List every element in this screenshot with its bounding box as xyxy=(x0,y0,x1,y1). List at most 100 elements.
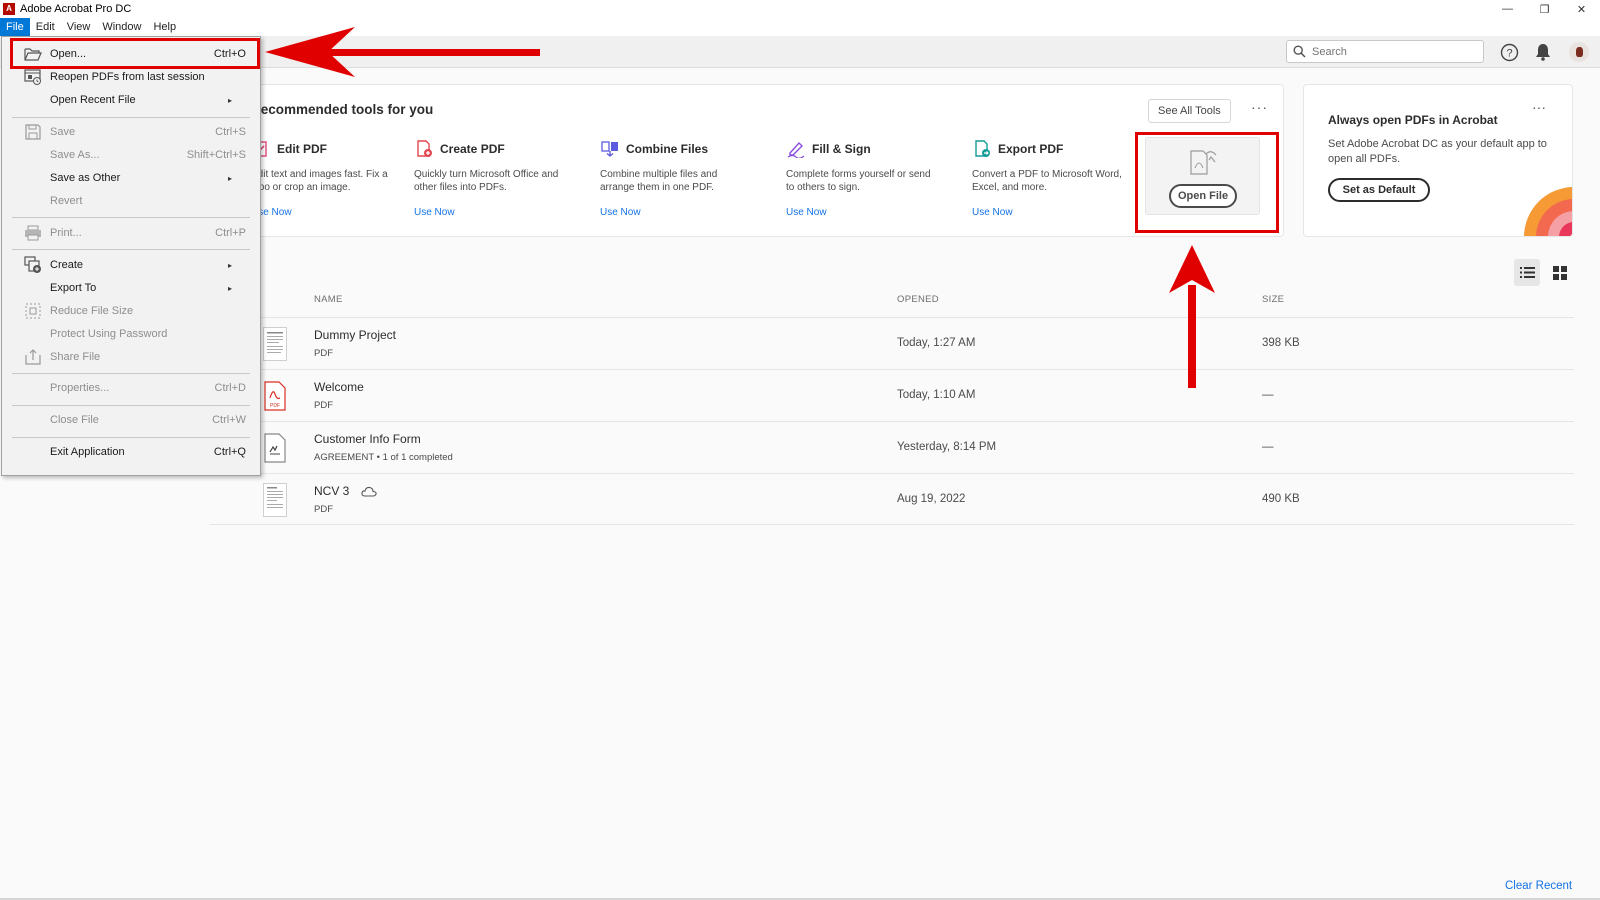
menu-shortcut: Ctrl+P xyxy=(215,227,246,239)
menu-label: Reopen PDFs from last session xyxy=(50,71,205,83)
menu-shortcut: Shift+Ctrl+S xyxy=(186,149,246,161)
print-icon xyxy=(24,224,42,242)
submenu-arrow-icon: ▸ xyxy=(227,260,232,270)
tool-create-use-now-link[interactable]: Use Now xyxy=(414,207,455,218)
table-row[interactable]: Dummy Project PDF Today, 1:27 AM 398 KB xyxy=(210,317,1574,369)
menu-label: Properties... xyxy=(50,382,110,394)
file-name: Customer Info Form xyxy=(314,432,421,446)
window-controls: — ❐ ✕ xyxy=(1489,0,1600,18)
menu-label: Save xyxy=(50,126,76,138)
menu-item-properties[interactable]: Properties... Ctrl+D xyxy=(2,377,260,399)
table-row[interactable]: Customer Info Form AGREEMENT • 1 of 1 co… xyxy=(210,421,1574,473)
submenu-arrow-icon: ▸ xyxy=(227,173,232,183)
user-avatar[interactable] xyxy=(1569,42,1589,62)
see-all-tools-button[interactable]: See All Tools xyxy=(1148,99,1231,123)
submenu-arrow-icon: ▸ xyxy=(227,283,232,293)
share-icon xyxy=(24,348,42,366)
tool-fill-use-now-link[interactable]: Use Now xyxy=(786,207,827,218)
menu-item-print[interactable]: Print... Ctrl+P xyxy=(2,222,260,244)
menu-item-protect[interactable]: Protect Using Password xyxy=(2,323,260,345)
file-size: 490 KB xyxy=(1262,493,1300,505)
menu-item-open-recent[interactable]: Open Recent File ▸ xyxy=(2,89,260,111)
title-bar: A Adobe Acrobat Pro DC — ❐ ✕ xyxy=(0,0,1600,18)
tool-export-pdf[interactable]: Export PDF Convert a PDF to Microsoft Wo… xyxy=(972,139,1142,194)
tool-name: Edit PDF xyxy=(277,142,327,156)
column-header-size[interactable]: SIZE xyxy=(1262,294,1284,305)
menu-item-exit[interactable]: Exit Application Ctrl+Q xyxy=(2,441,260,463)
menu-item-save-as[interactable]: Save As... Shift+Ctrl+S xyxy=(2,144,260,166)
file-name: Welcome xyxy=(314,380,364,394)
submenu-arrow-icon: ▸ xyxy=(227,95,232,105)
window-title: Adobe Acrobat Pro DC xyxy=(20,3,132,15)
menu-label: Reduce File Size xyxy=(50,305,134,317)
menu-item-reduce-size[interactable]: Reduce File Size xyxy=(2,300,260,322)
search-box[interactable] xyxy=(1286,40,1484,63)
export-pdf-icon xyxy=(972,139,992,159)
menu-separator xyxy=(12,217,250,218)
menu-item-share[interactable]: Share File xyxy=(2,346,260,368)
menu-edit[interactable]: Edit xyxy=(30,18,61,36)
reopen-icon xyxy=(24,68,42,86)
tool-create-pdf[interactable]: Create PDF Quickly turn Microsoft Office… xyxy=(414,139,584,194)
menu-item-export-to[interactable]: Export To ▸ xyxy=(2,277,260,299)
menu-shortcut: Ctrl+W xyxy=(212,414,246,426)
tool-fill-sign[interactable]: Fill & Sign Complete forms yourself or s… xyxy=(786,139,956,194)
table-row[interactable]: PDF Welcome PDF Today, 1:10 AM — xyxy=(210,369,1574,421)
list-view-toggle[interactable] xyxy=(1514,259,1540,286)
tools-heading: Recommended tools for you xyxy=(251,102,434,117)
tools-more-icon[interactable]: ··· xyxy=(1251,99,1268,115)
file-size: — xyxy=(1262,441,1274,453)
file-menu-dropdown: Open... Ctrl+O Reopen PDFs from last ses… xyxy=(1,36,261,476)
create-pdf-icon xyxy=(414,139,434,159)
menu-item-save-as-other[interactable]: Save as Other ▸ xyxy=(2,167,260,189)
grid-view-icon xyxy=(1553,265,1567,280)
search-icon xyxy=(1293,45,1306,58)
tool-export-use-now-link[interactable]: Use Now xyxy=(972,207,1013,218)
agreement-icon xyxy=(263,428,287,468)
bell-icon[interactable] xyxy=(1533,42,1553,62)
help-icon[interactable]: ? xyxy=(1499,42,1519,62)
column-header-opened[interactable]: OPENED xyxy=(897,294,939,305)
search-input[interactable] xyxy=(1312,45,1472,58)
table-row[interactable]: NCV 3 PDF Aug 19, 2022 490 KB xyxy=(210,473,1574,525)
file-type: PDF xyxy=(314,504,333,515)
acrobat-logo-icon: A xyxy=(3,3,15,15)
avatar-figure-icon xyxy=(1575,47,1583,57)
menu-window[interactable]: Window xyxy=(96,18,147,36)
close-button[interactable]: ✕ xyxy=(1563,0,1600,18)
menu-help[interactable]: Help xyxy=(147,18,182,36)
menu-item-create[interactable]: Create ▸ xyxy=(2,254,260,276)
menu-item-reopen[interactable]: Reopen PDFs from last session xyxy=(2,66,260,88)
tool-edit-pdf[interactable]: Edit PDF Edit text and images fast. Fix … xyxy=(251,139,421,194)
recommended-tools-card: Recommended tools for you See All Tools … xyxy=(210,84,1284,237)
menu-item-revert[interactable]: Revert xyxy=(2,190,260,212)
menu-label: Create xyxy=(50,259,84,271)
grid-view-toggle[interactable] xyxy=(1547,259,1573,286)
clear-recent-link[interactable]: Clear Recent xyxy=(1505,880,1572,892)
menu-view[interactable]: View xyxy=(61,18,97,36)
list-view-icon xyxy=(1519,267,1535,278)
file-type: AGREEMENT • 1 of 1 completed xyxy=(314,452,453,463)
menu-separator xyxy=(12,373,250,374)
svg-text:?: ? xyxy=(1506,47,1512,59)
menu-shortcut: Ctrl+D xyxy=(214,382,246,394)
set-as-default-button[interactable]: Set as Default xyxy=(1328,178,1430,202)
menu-file[interactable]: File xyxy=(0,18,30,36)
minimize-button[interactable]: — xyxy=(1489,0,1526,18)
tool-description: Combine multiple files and arrange them … xyxy=(600,169,718,193)
highlight-open-menu-item xyxy=(10,38,260,69)
tool-name: Fill & Sign xyxy=(812,142,871,156)
tool-description: Complete forms yourself or send to other… xyxy=(786,169,931,193)
tool-combine-use-now-link[interactable]: Use Now xyxy=(600,207,641,218)
column-header-name[interactable]: NAME xyxy=(314,294,343,305)
menu-label: Save As... xyxy=(50,149,100,161)
menu-label: Open Recent File xyxy=(50,94,136,106)
restore-button[interactable]: ❐ xyxy=(1526,0,1563,18)
menu-item-close-file[interactable]: Close File Ctrl+W xyxy=(2,409,260,431)
save-icon xyxy=(24,123,42,141)
highlight-open-file-tile xyxy=(1135,132,1279,233)
file-opened: Aug 19, 2022 xyxy=(897,493,966,505)
menu-item-save[interactable]: Save Ctrl+S xyxy=(2,121,260,143)
tool-combine-files[interactable]: Combine Files Combine multiple files and… xyxy=(600,139,770,194)
default-card-more-icon[interactable]: ··· xyxy=(1532,99,1546,115)
